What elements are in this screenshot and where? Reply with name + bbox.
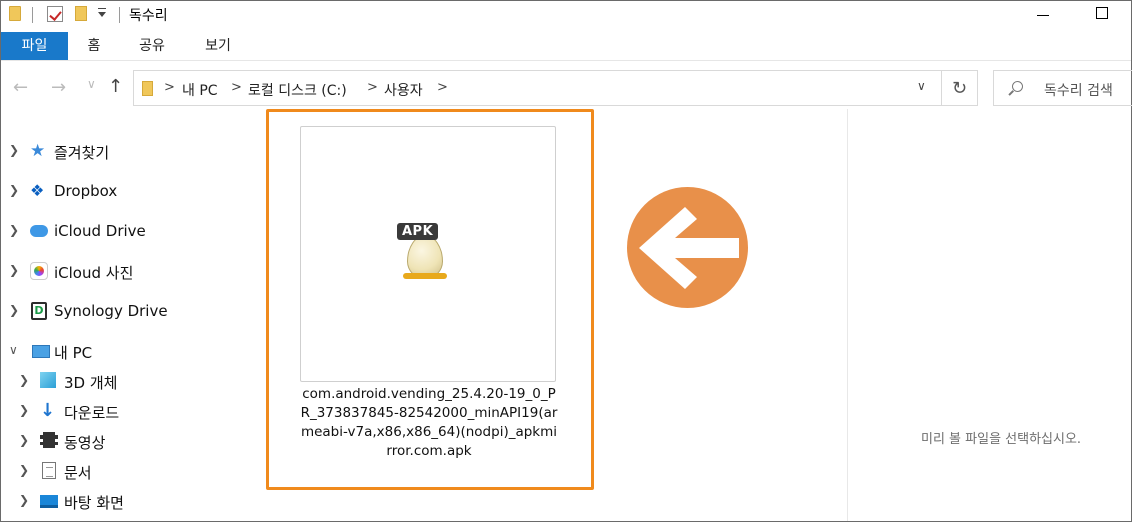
left-arrow-callout-icon [627, 187, 748, 308]
download-icon: ↓ [40, 400, 56, 421]
chevron-right-icon[interactable]: ❯ [9, 183, 19, 197]
navigation-bar: ← → ∨ ↑ > 내 PC > 로컬 디스크 (C:) > 사용자 > ∨ ↻… [1, 67, 1132, 109]
tab-share[interactable]: 공유 [135, 32, 169, 60]
chevron-right-icon[interactable]: ❯ [19, 463, 29, 477]
dropbox-icon: ❖ [30, 181, 45, 200]
apk-badge: APK [397, 223, 439, 240]
desktop-icon [40, 495, 58, 508]
chevron-right-icon[interactable]: ❯ [19, 493, 29, 507]
recent-locations-chevron-icon[interactable]: ∨ [87, 77, 96, 91]
address-bar[interactable]: > 내 PC > 로컬 디스크 (C:) > 사용자 > ∨ [133, 70, 942, 106]
preview-pane-message: 미리 볼 파일을 선택하십시오. [921, 432, 1082, 447]
star-icon: ★ [30, 141, 46, 161]
sidebar-item-label: iCloud Drive [54, 222, 146, 240]
sidebar-item-dropbox[interactable]: ❯ ❖ Dropbox [1, 179, 251, 203]
sidebar-item-label: 바탕 화면 [64, 494, 124, 512]
tab-file[interactable]: 파일 [1, 32, 68, 60]
folder-icon [142, 81, 153, 96]
sidebar-item-label: 다운로드 [64, 404, 120, 422]
search-input[interactable]: 독수리 검색 [993, 70, 1132, 106]
sidebar-item-icloud-photos[interactable]: ❯ iCloud 사진 [1, 259, 251, 283]
sidebar-item-label: 문서 [64, 464, 92, 482]
properties-icon[interactable] [47, 6, 63, 22]
chevron-right-icon[interactable]: ❯ [9, 303, 19, 317]
sidebar-item-label: iCloud 사진 [54, 264, 134, 282]
sidebar-item-videos[interactable]: ❯ 동영상 [1, 429, 251, 453]
forward-arrow-icon[interactable]: → [51, 79, 66, 97]
breadcrumb-separator: > [231, 80, 242, 95]
sidebar-item-label: Synology Drive [54, 302, 168, 320]
apk-egg-base [403, 273, 447, 279]
folder-icon [9, 6, 21, 21]
apk-file-icon: APK [397, 223, 457, 285]
tab-view[interactable]: 보기 [201, 32, 235, 60]
preview-pane-divider[interactable] [847, 109, 848, 521]
up-arrow-icon[interactable]: ↑ [108, 77, 123, 97]
chevron-right-icon[interactable]: ❯ [19, 373, 29, 387]
separator [119, 7, 120, 23]
breadcrumb-item[interactable]: 사용자 [384, 80, 423, 100]
video-icon [40, 432, 58, 448]
sidebar-item-label: 즐겨찾기 [54, 144, 110, 162]
file-item-thumbnail[interactable]: APK [300, 126, 556, 382]
navigation-pane: ❯ ★ 즐겨찾기 ❯ ❖ Dropbox ❯ iCloud Drive ❯ iC… [1, 129, 265, 521]
chevron-right-icon[interactable]: ❯ [9, 143, 19, 157]
chevron-down-icon[interactable]: ∨ [917, 79, 926, 93]
sidebar-item-this-pc[interactable]: ∨ 내 PC [1, 339, 251, 363]
sidebar-item-3d-objects[interactable]: ❯ 3D 개체 [1, 369, 251, 393]
sidebar-item-documents[interactable]: ❯ 문서 [1, 459, 251, 483]
photos-icon [30, 262, 48, 280]
ribbon-tabs: 파일 홈 공유 보기 [1, 32, 1131, 61]
chevron-right-icon[interactable]: ❯ [9, 223, 19, 237]
pc-icon [32, 345, 50, 358]
breadcrumb-separator: > [164, 80, 175, 95]
minimize-button[interactable] [1037, 15, 1049, 16]
icloud-icon [30, 225, 48, 237]
search-placeholder: 독수리 검색 [1044, 83, 1113, 99]
sidebar-item-synology-drive[interactable]: ❯ D Synology Drive [1, 299, 251, 323]
synology-icon: D [31, 302, 47, 320]
new-folder-icon[interactable] [75, 6, 87, 21]
3d-objects-icon [40, 372, 56, 388]
chevron-right-icon[interactable]: ❯ [19, 433, 29, 447]
left-arrow-icon [639, 207, 739, 289]
sidebar-item-desktop[interactable]: ❯ 바탕 화면 [1, 489, 251, 513]
sidebar-item-label: 동영상 [64, 434, 106, 452]
sidebar-item-favorites[interactable]: ❯ ★ 즐겨찾기 [1, 139, 251, 163]
window-title: 독수리 [129, 8, 168, 24]
sidebar-item-label: Dropbox [54, 182, 118, 200]
tab-home[interactable]: 홈 [81, 32, 107, 60]
refresh-button[interactable]: ↻ [942, 70, 978, 106]
breadcrumb-item[interactable]: 로컬 디스크 (C:) [248, 80, 347, 100]
chevron-right-icon[interactable]: ❯ [19, 403, 29, 417]
breadcrumb-separator: > [367, 80, 378, 95]
refresh-icon: ↻ [951, 77, 968, 99]
chevron-down-icon[interactable]: ∨ [9, 343, 18, 357]
document-icon [42, 462, 56, 479]
chevron-right-icon[interactable]: ❯ [9, 263, 19, 277]
maximize-button[interactable] [1096, 7, 1108, 19]
breadcrumb-separator: > [437, 80, 448, 95]
back-arrow-icon[interactable]: ← [13, 79, 28, 97]
sidebar-item-label: 내 PC [54, 344, 93, 362]
title-bar: 독수리 [1, 1, 1131, 29]
file-name-label[interactable]: com.android.vending_25.4.20-19_0_PR_3738… [299, 385, 559, 461]
search-icon [1012, 81, 1023, 92]
sidebar-item-label: 3D 개체 [64, 374, 118, 392]
breadcrumb-item[interactable]: 내 PC [182, 80, 218, 100]
sidebar-item-icloud-drive[interactable]: ❯ iCloud Drive [1, 219, 251, 243]
separator [32, 7, 33, 23]
sidebar-item-downloads[interactable]: ❯ ↓ 다운로드 [1, 399, 251, 423]
